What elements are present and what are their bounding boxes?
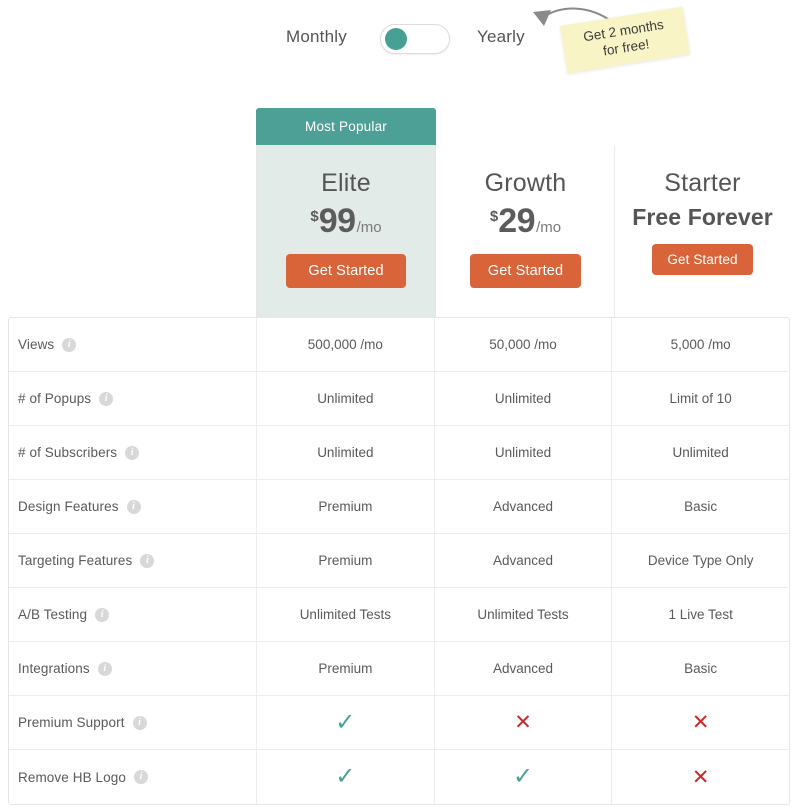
info-icon[interactable]: i xyxy=(95,607,110,622)
feature-name: Targeting Features xyxy=(18,553,133,568)
feature-name: Premium Support xyxy=(18,715,125,730)
info-icon[interactable]: i xyxy=(132,715,147,730)
check-icon: ✓ xyxy=(512,763,534,790)
feature-name: Views xyxy=(18,337,55,352)
feature-value-cell-starter: Basic xyxy=(684,499,718,514)
table-row: Targeting Features i Premium Advanced Device… xyxy=(9,534,789,588)
info-icon[interactable]: i xyxy=(99,391,114,406)
feature-value-cell-starter: Basic xyxy=(684,661,718,676)
feature-name: Design Features xyxy=(18,499,119,514)
table-row: Remove HB Logo i ✓ ✓ ✕ xyxy=(9,750,789,804)
feature-value-cell-starter: 1 Live Test xyxy=(668,607,733,622)
cross-icon: ✕ xyxy=(691,711,710,734)
feature-value-cell-growth: Advanced xyxy=(435,534,613,587)
feature-value-cell-starter: ✕ xyxy=(612,696,789,749)
feature-value-cell-starter: Limit of 10 xyxy=(669,391,732,406)
price-amount-growth: 29 xyxy=(498,202,536,240)
feature-label-cell: A/B Testing i xyxy=(9,588,257,641)
feature-value-cell-growth: Unlimited xyxy=(435,372,613,425)
feature-value-cell-elite: 500,000 /mo xyxy=(257,318,435,371)
feature-value-cell-starter: Unlimited xyxy=(672,445,729,460)
feature-name: A/B Testing xyxy=(18,607,88,622)
feature-value-cell-growth: Advanced xyxy=(435,642,613,695)
feature-value-cell-elite: ✓ xyxy=(257,696,435,749)
plan-price-starter: Free Forever xyxy=(632,204,773,230)
feature-value-cell-elite: Unlimited xyxy=(257,372,435,425)
info-icon[interactable]: i xyxy=(125,445,140,460)
billing-monthly-label[interactable]: Monthly xyxy=(286,27,347,47)
price-currency-elite: $ xyxy=(310,208,319,225)
feature-value-cell-growth: Advanced xyxy=(435,480,613,533)
feature-label-cell: Remove HB Logo i xyxy=(9,750,257,804)
cross-icon: ✕ xyxy=(514,711,532,734)
table-row: Views i 500,000 /mo 50,000 /mo 5,000 /mo xyxy=(9,318,789,372)
most-popular-banner: Most Popular xyxy=(256,108,436,145)
feature-value-cell-starter: ✕ xyxy=(612,750,789,804)
table-row: Integrations i Premium Advanced Basic xyxy=(9,642,789,696)
feature-value-cell-elite: ✓ xyxy=(257,750,435,804)
most-popular-label: Most Popular xyxy=(305,119,387,134)
plan-column-elite: Elite $ 99 /mo Get Started xyxy=(256,145,436,317)
feature-value-cell-growth: Unlimited Tests xyxy=(435,588,613,641)
table-row: Design Features i Premium Advanced Basic xyxy=(9,480,789,534)
info-icon[interactable]: i xyxy=(140,553,155,568)
info-icon[interactable]: i xyxy=(126,499,141,514)
feature-label-cell: # of Subscribers i xyxy=(9,426,257,479)
feature-value-cell-elite: Unlimited Tests xyxy=(257,588,435,641)
info-icon[interactable]: i xyxy=(97,661,112,676)
billing-yearly-label[interactable]: Yearly xyxy=(477,27,525,47)
table-row: # of Subscribers i Unlimited Unlimited Unlim… xyxy=(9,426,789,480)
billing-period-toggle[interactable] xyxy=(380,24,450,54)
feature-name: Integrations xyxy=(18,661,90,676)
check-icon: ✓ xyxy=(335,708,356,736)
price-period-elite: /mo xyxy=(356,219,382,236)
feature-label-cell: Premium Support i xyxy=(9,696,257,749)
price-period-growth: /mo xyxy=(536,219,562,236)
price-amount-elite: 99 xyxy=(318,202,356,240)
feature-value-cell-growth: 50,000 /mo xyxy=(435,318,613,371)
info-icon[interactable]: i xyxy=(62,337,77,352)
check-icon: ✓ xyxy=(335,763,356,790)
plan-column-starter: Starter Free Forever Get Started xyxy=(615,145,790,317)
table-row: # of Popups i Unlimited Unlimited Limit of 1… xyxy=(9,372,789,426)
feature-value-cell-starter: Device Type Only xyxy=(647,553,754,568)
plan-price-elite: $ 99 /mo xyxy=(310,202,381,241)
toggle-knob xyxy=(385,28,407,50)
feature-label-cell: Design Features i xyxy=(9,480,257,533)
price-currency-growth: $ xyxy=(489,208,499,225)
feature-value-cell-growth: ✓ xyxy=(435,750,613,804)
billing-period-bar: Monthly Yearly Get 2 months for free! xyxy=(0,0,800,95)
plans-header: Elite $ 99 /mo Get Started Growth $ 29 /… xyxy=(8,145,790,317)
table-row: Premium Support i ✓ ✕ ✕ xyxy=(9,696,789,750)
feature-value-cell-growth: ✕ xyxy=(435,696,613,749)
feature-name: # of Subscribers xyxy=(18,445,118,460)
feature-label-cell: Views i xyxy=(9,318,257,371)
plan-name-growth: Growth xyxy=(484,169,567,197)
info-icon[interactable]: i xyxy=(133,770,148,784)
feature-name: Remove HB Logo xyxy=(18,769,126,785)
plan-price-growth: $ 29 /mo xyxy=(490,202,561,241)
feature-value-cell-elite: Unlimited xyxy=(257,426,435,479)
plan-name-starter: Starter xyxy=(664,169,741,197)
feature-value-cell-elite: Premium xyxy=(257,480,435,533)
feature-label-cell: # of Popups i xyxy=(9,372,257,425)
feature-value-cell-starter: 5,000 /mo xyxy=(670,337,731,352)
get-started-button-growth[interactable]: Get Started xyxy=(469,254,582,288)
get-started-button-elite[interactable]: Get Started xyxy=(286,254,406,288)
feature-value-cell-growth: Unlimited xyxy=(435,426,613,479)
get-started-button-starter[interactable]: Get Started xyxy=(652,244,753,275)
table-row: A/B Testing i Unlimited Tests Unlimited Tes… xyxy=(9,588,789,642)
feature-label-cell: Targeting Features i xyxy=(9,534,257,587)
feature-value-cell-elite: Premium xyxy=(257,642,435,695)
feature-label-cell: Integrations i xyxy=(9,642,257,695)
plan-name-elite: Elite xyxy=(321,169,371,197)
feature-name: # of Popups xyxy=(18,391,92,406)
plan-column-growth: Growth $ 29 /mo Get Started xyxy=(437,145,615,317)
feature-value-cell-elite: Premium xyxy=(257,534,435,587)
pricing-feature-table: Views i 500,000 /mo 50,000 /mo 5,000 /mo # of… xyxy=(8,317,790,805)
cross-icon: ✕ xyxy=(691,765,710,789)
